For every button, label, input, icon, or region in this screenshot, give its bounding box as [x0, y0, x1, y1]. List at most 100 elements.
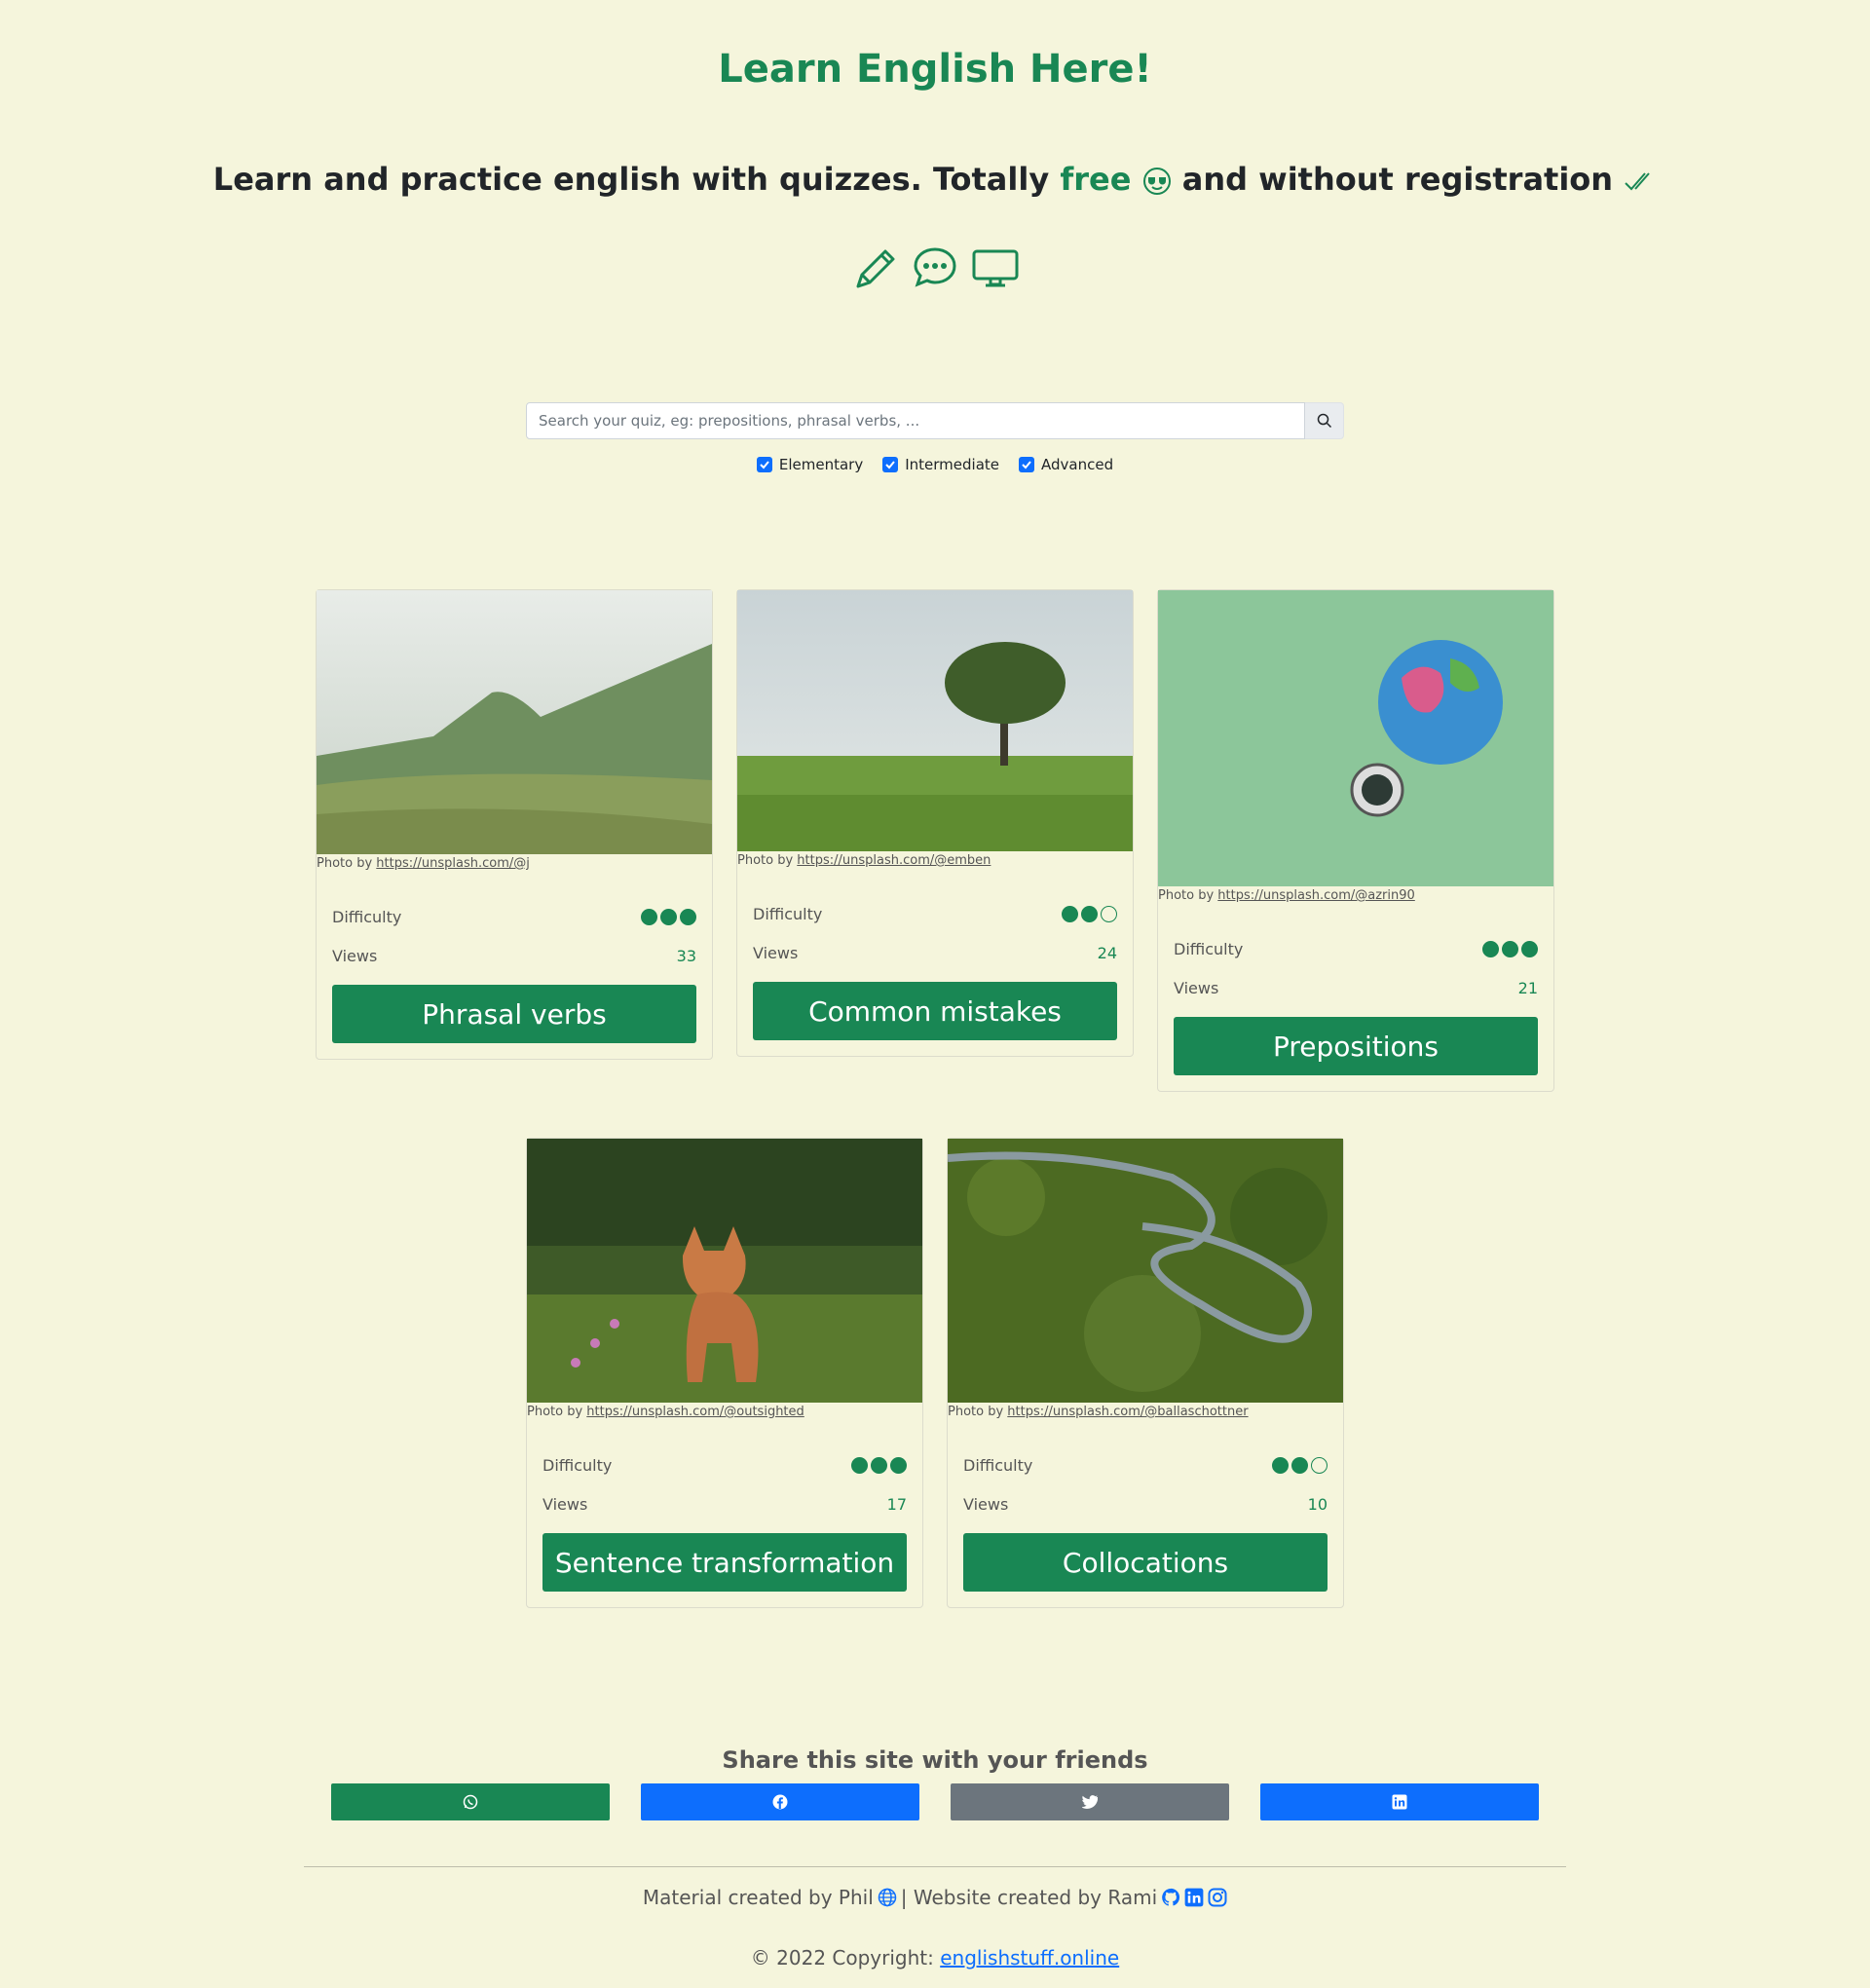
credit-prefix: Photo by — [1158, 888, 1218, 903]
quiz-card-prepositions: Photo by https://unsplash.com/@azrin90 D… — [1157, 589, 1554, 1092]
photo-credit: Photo by https://unsplash.com/@outsighte… — [527, 1403, 922, 1422]
site-link[interactable]: englishstuff.online — [940, 1946, 1119, 1969]
views-count: 33 — [676, 946, 696, 965]
credit-prefix: Photo by — [737, 853, 798, 868]
card-photo-mountains — [317, 590, 712, 854]
difficulty-dot-filled — [660, 908, 677, 925]
start-quiz-button[interactable]: Sentence transformation — [542, 1533, 907, 1592]
instagram-icon[interactable] — [1208, 1888, 1227, 1907]
difficulty-dot-filled — [1521, 940, 1538, 957]
difficulty-dot-filled — [1291, 1456, 1308, 1474]
search-button[interactable] — [1305, 402, 1344, 439]
difficulty-dot-filled — [680, 908, 696, 925]
quiz-card-sentence-transformation: Photo by https://unsplash.com/@outsighte… — [526, 1138, 923, 1608]
difficulty-dot-filled — [641, 908, 657, 925]
credit-link[interactable]: https://unsplash.com/@ballaschottner — [1007, 1405, 1248, 1419]
views-label: Views — [753, 943, 799, 962]
facebook-icon — [772, 1794, 788, 1810]
display-icon — [971, 244, 1020, 292]
search-input[interactable] — [526, 402, 1305, 439]
credit-link[interactable]: https://unsplash.com/@emben — [797, 853, 991, 868]
difficulty-dot-filled — [1081, 905, 1098, 922]
card-photo-tree — [737, 590, 1133, 851]
credit-prefix: Photo by — [948, 1405, 1008, 1419]
card-photo-globe — [1158, 590, 1553, 886]
credit-link[interactable]: https://unsplash.com/@outsighted — [586, 1405, 804, 1419]
views-row: Views 24 — [753, 933, 1117, 972]
difficulty-dot-empty — [1101, 905, 1117, 922]
share-facebook-button[interactable] — [641, 1783, 919, 1820]
start-quiz-button[interactable]: Prepositions — [1174, 1017, 1538, 1075]
share-buttons — [331, 1783, 1539, 1820]
share-title: Share this site with your friends — [722, 1746, 1148, 1774]
page-subtitle: Learn and practice english with quizzes.… — [0, 161, 1870, 198]
difficulty-dot-filled — [1482, 940, 1499, 957]
difficulty-dot-filled — [851, 1456, 868, 1474]
intermediate-label: Intermediate — [905, 456, 1000, 473]
chat-dots-icon — [911, 244, 959, 292]
page-title: Learn English Here! — [718, 47, 1152, 92]
elementary-checkbox[interactable] — [756, 457, 772, 472]
views-row: Views 33 — [332, 936, 696, 975]
start-quiz-button[interactable]: Phrasal verbs — [332, 985, 696, 1043]
linkedin-icon — [1392, 1794, 1407, 1810]
photo-credit: Photo by https://unsplash.com/@ballascho… — [948, 1403, 1343, 1422]
views-label: Views — [542, 1494, 588, 1514]
photo-credit: Photo by https://unsplash.com/@emben — [737, 851, 1133, 871]
advanced-checkbox[interactable] — [1019, 457, 1035, 472]
filter-advanced[interactable]: Advanced — [1019, 456, 1113, 473]
difficulty-row: Difficulty — [753, 894, 1117, 933]
difficulty-row: Difficulty — [542, 1445, 907, 1484]
whatsapp-icon — [463, 1794, 478, 1810]
views-count: 21 — [1517, 978, 1538, 997]
credit-prefix: Photo by — [317, 856, 377, 871]
difficulty-label: Difficulty — [1174, 939, 1244, 958]
views-count: 17 — [886, 1494, 907, 1514]
linkedin-icon[interactable] — [1184, 1888, 1204, 1907]
search-icon — [1317, 413, 1331, 429]
footer-copyright: © 2022 Copyright: englishstuff.online — [0, 1946, 1870, 1969]
filter-elementary[interactable]: Elementary — [756, 456, 864, 473]
share-twitter-button[interactable] — [951, 1783, 1229, 1820]
start-quiz-button[interactable]: Common mistakes — [753, 982, 1117, 1040]
difficulty-dot-empty — [1311, 1456, 1328, 1474]
elementary-label: Elementary — [778, 456, 864, 473]
footer-credits: Material created by Phil | Website creat… — [0, 1886, 1870, 1909]
intermediate-checkbox[interactable] — [882, 457, 899, 472]
difficulty-label: Difficulty — [753, 904, 823, 923]
share-whatsapp-button[interactable] — [331, 1783, 610, 1820]
difficulty-dot-filled — [1062, 905, 1078, 922]
views-count: 10 — [1307, 1494, 1328, 1514]
views-count: 24 — [1097, 943, 1117, 962]
quiz-card-common-mistakes: Photo by https://unsplash.com/@emben Dif… — [736, 589, 1134, 1057]
hero-icons — [0, 244, 1870, 292]
globe-icon[interactable] — [878, 1888, 897, 1907]
difficulty-dots — [1272, 1456, 1328, 1474]
share-linkedin-button[interactable] — [1260, 1783, 1539, 1820]
difficulty-label: Difficulty — [963, 1455, 1033, 1475]
difficulty-dots — [1062, 905, 1117, 922]
subtitle-text-post: and without registration — [1181, 161, 1614, 198]
material-credit: Material created by Phil — [642, 1886, 874, 1909]
card-photo-fox — [527, 1139, 922, 1403]
github-icon[interactable] — [1161, 1888, 1180, 1907]
credit-prefix: Photo by — [527, 1405, 587, 1419]
difficulty-dot-filled — [1502, 940, 1518, 957]
photo-credit: Photo by https://unsplash.com/@j — [317, 854, 712, 874]
difficulty-dot-filled — [871, 1456, 887, 1474]
filter-intermediate[interactable]: Intermediate — [882, 456, 999, 473]
credit-link[interactable]: https://unsplash.com/@j — [376, 856, 530, 871]
difficulty-row: Difficulty — [1174, 929, 1538, 968]
views-row: Views 17 — [542, 1484, 907, 1523]
advanced-label: Advanced — [1041, 456, 1114, 473]
views-row: Views 10 — [963, 1484, 1328, 1523]
double-check-icon — [1624, 161, 1657, 198]
views-label: Views — [332, 946, 378, 965]
credit-link[interactable]: https://unsplash.com/@azrin90 — [1217, 888, 1415, 903]
start-quiz-button[interactable]: Collocations — [963, 1533, 1328, 1592]
quiz-card-phrasal-verbs: Photo by https://unsplash.com/@j Difficu… — [316, 589, 713, 1060]
difficulty-dots — [851, 1456, 907, 1474]
quiz-card-collocations: Photo by https://unsplash.com/@ballascho… — [947, 1138, 1344, 1608]
difficulty-dot-filled — [1272, 1456, 1289, 1474]
difficulty-row: Difficulty — [963, 1445, 1328, 1484]
